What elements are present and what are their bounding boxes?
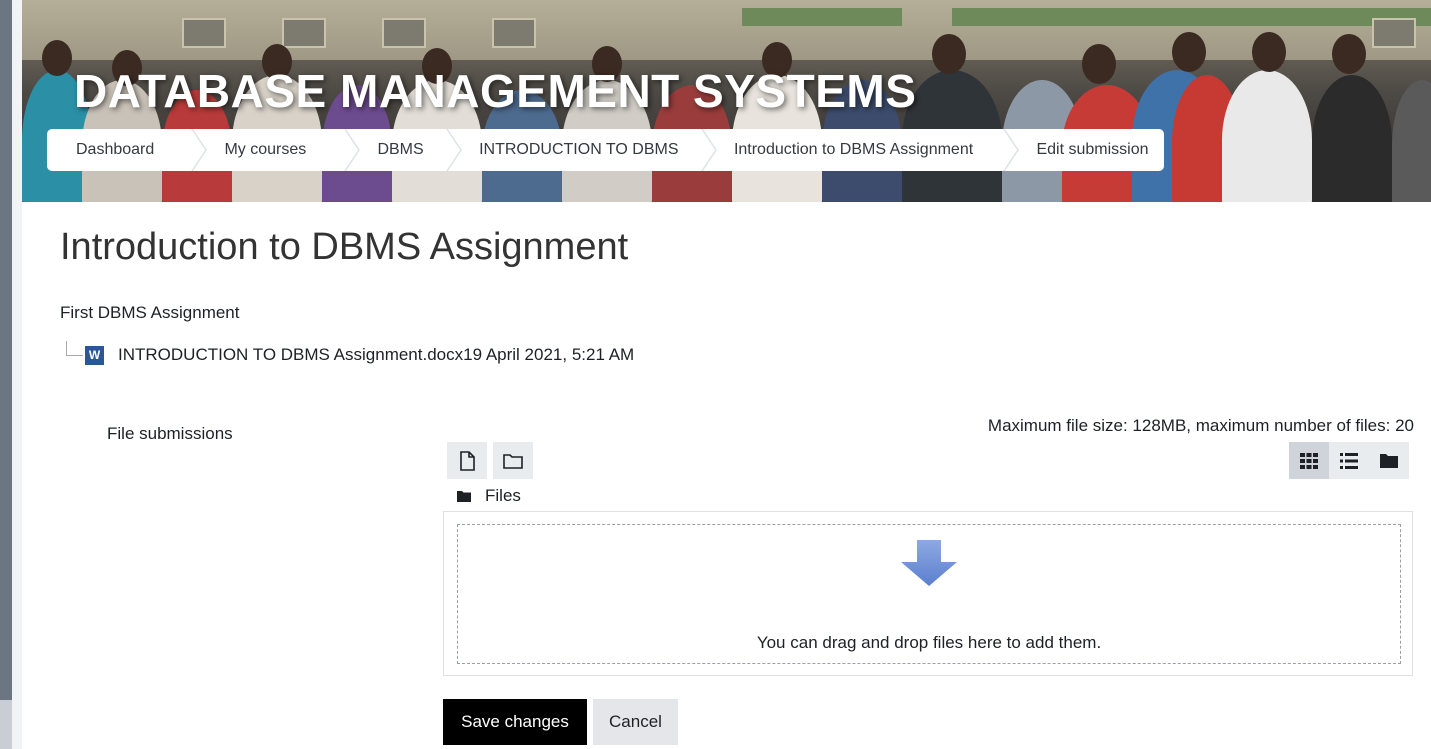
- attachment-date: 19 April 2021, 5:21 AM: [463, 345, 635, 364]
- attachment-file-link[interactable]: INTRODUCTION TO DBMS Assignment.docx: [118, 345, 463, 365]
- breadcrumb-label: INTRODUCTION TO DBMS: [479, 141, 679, 158]
- intro-attachment: W INTRODUCTION TO DBMS Assignment.docx 1…: [66, 340, 635, 365]
- file-limits-text: Maximum file size: 128MB, maximum number…: [987, 416, 1414, 435]
- left-rail: [0, 0, 12, 749]
- tree-connector: [66, 340, 83, 356]
- dropzone-text: You can drag and drop files here to add …: [756, 633, 1102, 652]
- list-view-button[interactable]: [1329, 442, 1369, 479]
- banner-roof: [952, 8, 1431, 26]
- download-arrow-icon: [901, 540, 957, 586]
- breadcrumb-item-my-courses[interactable]: My courses: [204, 129, 361, 171]
- word-document-icon: W: [85, 345, 104, 365]
- course-header-banner: DATABASE MANAGEMENT SYSTEMS: [22, 0, 1431, 202]
- file-icon: [460, 450, 475, 471]
- breadcrumb-label: Introduction to DBMS Assignment: [733, 141, 974, 158]
- breadcrumb-item-edit-submission: Edit submission: [1016, 129, 1164, 171]
- filemanager-container: You can drag and drop files here to add …: [443, 511, 1413, 676]
- breadcrumb: Dashboard My courses DBMS INTRODUCTION T…: [47, 129, 1164, 171]
- cancel-button[interactable]: Cancel: [593, 699, 678, 745]
- create-folder-button[interactable]: [493, 442, 533, 479]
- grid-view-icon: [1300, 452, 1318, 469]
- course-title: DATABASE MANAGEMENT SYSTEMS: [74, 65, 917, 117]
- file-dropzone[interactable]: You can drag and drop files here to add …: [457, 524, 1401, 664]
- breadcrumb-item-dbms[interactable]: DBMS: [357, 129, 462, 171]
- file-submissions-label: File submissions: [107, 424, 233, 443]
- tree-view-button[interactable]: [1369, 442, 1409, 479]
- grid-view-button[interactable]: [1289, 442, 1329, 479]
- breadcrumb-item-dashboard[interactable]: Dashboard: [47, 129, 208, 171]
- folder-tree-icon: [1380, 454, 1398, 468]
- breadcrumb-item-introduction-to-dbms[interactable]: INTRODUCTION TO DBMS: [459, 129, 717, 171]
- save-changes-button[interactable]: Save changes: [443, 699, 587, 745]
- breadcrumb-label: My courses: [224, 141, 307, 158]
- breadcrumb-label: Edit submission: [1036, 141, 1149, 158]
- list-view-icon: [1340, 452, 1358, 469]
- breadcrumb-label: Dashboard: [76, 141, 155, 158]
- breadcrumb-label: DBMS: [377, 141, 424, 158]
- left-gutter: [12, 0, 22, 749]
- path-label[interactable]: Files: [485, 486, 521, 506]
- page-title: Introduction to DBMS Assignment: [60, 226, 629, 268]
- banner-roof: [742, 8, 902, 26]
- filemanager-path: Files: [457, 486, 521, 506]
- view-mode-toggle: [1289, 442, 1409, 479]
- left-rail-footer: [0, 700, 12, 749]
- add-file-button[interactable]: [447, 442, 487, 479]
- folder-icon: [503, 453, 523, 469]
- assignment-intro: First DBMS Assignment: [60, 303, 240, 322]
- breadcrumb-item-assignment[interactable]: Introduction to DBMS Assignment: [714, 129, 1020, 171]
- folder-icon: [457, 491, 471, 502]
